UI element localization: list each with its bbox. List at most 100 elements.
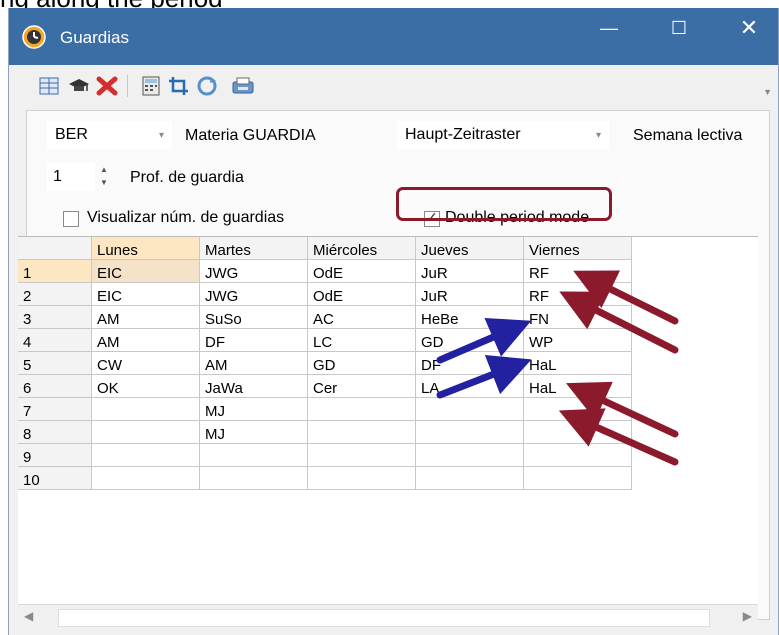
table-cell[interactable] — [524, 467, 632, 490]
table-cell[interactable]: DF — [416, 352, 524, 375]
table-cell[interactable] — [200, 467, 308, 490]
table-cell[interactable] — [524, 398, 632, 421]
table-cell[interactable]: JWG — [200, 283, 308, 306]
crop-icon[interactable] — [167, 75, 191, 97]
prof-spinner-buttons[interactable]: ▲ ▼ — [97, 163, 111, 191]
guardias-table: Lunes Martes Miércoles Jueves Viernes 1 EIC JWG… — [18, 236, 758, 605]
table-cell[interactable] — [308, 444, 416, 467]
close-button[interactable]: ✕ — [719, 8, 779, 48]
toolbar: ▼ — [9, 65, 778, 105]
table-corner — [18, 237, 92, 260]
column-header[interactable]: Lunes — [92, 237, 200, 260]
prof-label: Prof. de guardia — [130, 169, 244, 186]
table-cell[interactable]: DF — [200, 329, 308, 352]
timegrid-select-value: Haupt-Zeitraster — [405, 126, 521, 143]
row-header[interactable]: 8 — [18, 421, 92, 444]
row-header[interactable]: 2 — [18, 283, 92, 306]
table-cell[interactable]: GD — [308, 352, 416, 375]
table-cell[interactable]: CW — [92, 352, 200, 375]
maximize-button[interactable]: ☐ — [649, 8, 709, 48]
table-cell[interactable] — [416, 398, 524, 421]
row-header[interactable]: 4 — [18, 329, 92, 352]
column-header[interactable]: Viernes — [524, 237, 632, 260]
column-header[interactable]: Martes — [200, 237, 308, 260]
table-cell[interactable]: LA — [416, 375, 524, 398]
print-icon[interactable] — [231, 75, 255, 97]
table-cell[interactable] — [524, 421, 632, 444]
minimize-button[interactable]: — — [579, 8, 639, 48]
graduation-cap-icon[interactable] — [67, 75, 91, 97]
table-cell[interactable] — [200, 444, 308, 467]
row-header[interactable]: 5 — [18, 352, 92, 375]
table-cell[interactable]: WP — [524, 329, 632, 352]
row-header[interactable]: 9 — [18, 444, 92, 467]
table-cell[interactable] — [416, 444, 524, 467]
table-cell[interactable]: MJ — [200, 398, 308, 421]
table-cell[interactable]: OK — [92, 375, 200, 398]
row-header[interactable]: 10 — [18, 467, 92, 490]
table-cell[interactable]: JuR — [416, 283, 524, 306]
table-cell[interactable]: Cer — [308, 375, 416, 398]
table-icon[interactable] — [37, 75, 61, 97]
table-cell[interactable]: FN — [524, 306, 632, 329]
table-cell[interactable]: HaL — [524, 375, 632, 398]
column-header[interactable]: Miércoles — [308, 237, 416, 260]
table-cell[interactable]: RF — [524, 283, 632, 306]
table-cell[interactable]: RF — [524, 260, 632, 283]
semana-label: Semana lectiva — [633, 127, 743, 144]
table-cell[interactable] — [308, 398, 416, 421]
table-cell[interactable]: OdE — [308, 260, 416, 283]
table-cell[interactable]: EIC — [92, 260, 200, 283]
table-cell[interactable] — [92, 444, 200, 467]
visualizar-checkbox[interactable] — [63, 211, 79, 227]
visualizar-label: Visualizar núm. de guardias — [87, 209, 285, 226]
table-cell[interactable] — [416, 421, 524, 444]
table-cell[interactable] — [92, 398, 200, 421]
double-period-highlight — [396, 187, 612, 221]
table-cell[interactable]: SuSo — [200, 306, 308, 329]
row-header[interactable]: 3 — [18, 306, 92, 329]
horizontal-scrollbar[interactable]: ◀ ▶ — [18, 604, 758, 629]
table-cell[interactable]: JaWa — [200, 375, 308, 398]
timegrid-select[interactable]: Haupt-Zeitraster ▾ — [397, 121, 609, 149]
table-cell[interactable]: GD — [416, 329, 524, 352]
window-title: Guardias — [60, 28, 129, 47]
table-cell[interactable]: HeBe — [416, 306, 524, 329]
table-cell[interactable] — [308, 467, 416, 490]
table-cell[interactable]: LC — [308, 329, 416, 352]
refresh-icon[interactable] — [195, 75, 219, 97]
table-cell[interactable]: HaL — [524, 352, 632, 375]
table-cell[interactable]: JWG — [200, 260, 308, 283]
row-header[interactable]: 1 — [18, 260, 92, 283]
chevron-down-icon[interactable]: ▾ — [159, 130, 164, 141]
teacher-select[interactable]: BER ▾ — [47, 121, 172, 149]
scroll-right-icon[interactable]: ▶ — [743, 609, 752, 623]
table-cell[interactable] — [92, 421, 200, 444]
teacher-select-value: BER — [55, 126, 88, 143]
toolbar-overflow-icon[interactable]: ▼ — [763, 87, 772, 97]
calculator-icon[interactable] — [139, 75, 163, 97]
table-cell[interactable]: AM — [92, 329, 200, 352]
table-empty-area — [632, 237, 758, 490]
toolbar-separator — [127, 75, 128, 97]
table-cell[interactable]: AC — [308, 306, 416, 329]
table-cell[interactable]: MJ — [200, 421, 308, 444]
table-cell[interactable] — [416, 467, 524, 490]
table-cell[interactable]: EIC — [92, 283, 200, 306]
delete-icon[interactable] — [95, 75, 119, 97]
table-cell[interactable] — [308, 421, 416, 444]
table-cell[interactable]: AM — [200, 352, 308, 375]
prof-spinner-input[interactable]: 1 — [47, 163, 95, 191]
table-cell[interactable]: JuR — [416, 260, 524, 283]
table-cell[interactable]: OdE — [308, 283, 416, 306]
table-cell[interactable]: AM — [92, 306, 200, 329]
column-header[interactable]: Jueves — [416, 237, 524, 260]
scroll-left-icon[interactable]: ◀ — [24, 609, 33, 623]
row-header[interactable]: 6 — [18, 375, 92, 398]
scroll-thumb[interactable] — [58, 609, 710, 627]
title-bar: Guardias — ☐ ✕ — [9, 8, 778, 65]
row-header[interactable]: 7 — [18, 398, 92, 421]
table-cell[interactable] — [92, 467, 200, 490]
chevron-down-icon[interactable]: ▾ — [596, 130, 601, 141]
table-cell[interactable] — [524, 444, 632, 467]
